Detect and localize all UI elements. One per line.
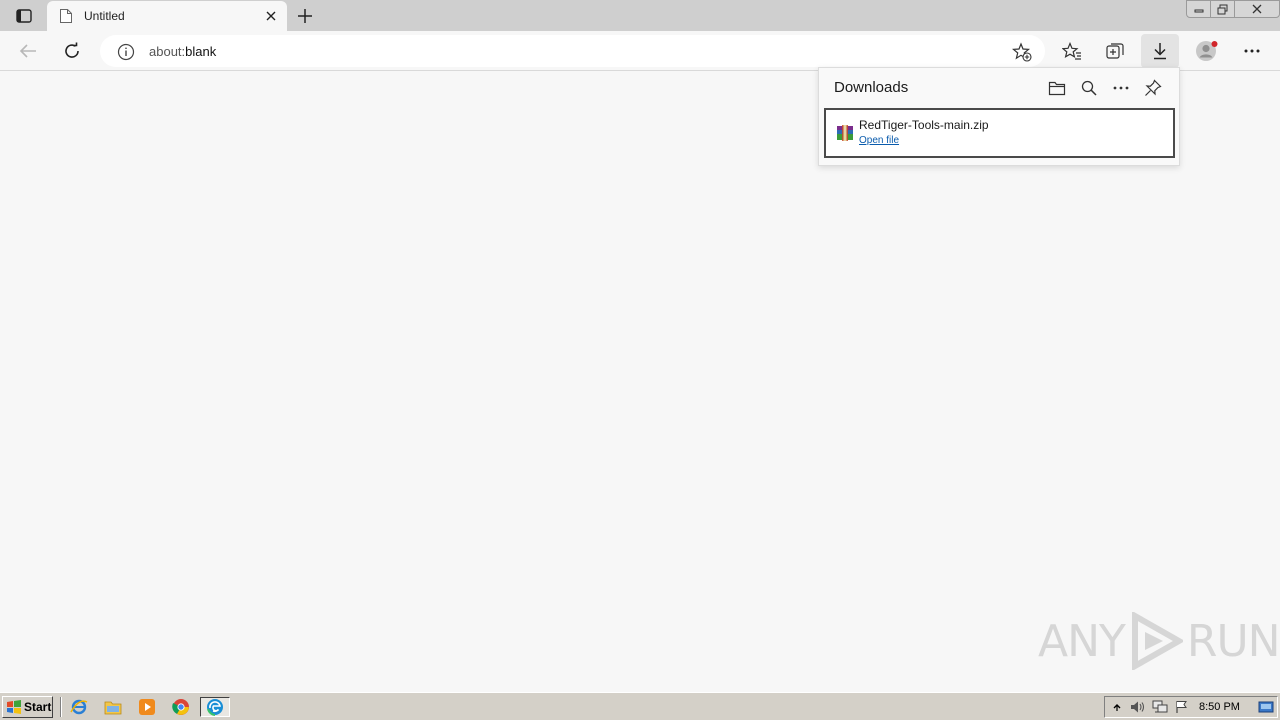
volume-icon <box>1131 701 1145 713</box>
watermark-text-right: RUN <box>1186 615 1280 667</box>
system-tray: 8:50 PM <box>1104 696 1278 718</box>
archive-icon <box>837 125 853 141</box>
downloads-panel: Downloads RedTiger-Tools-main.zip Open f… <box>818 67 1180 166</box>
address-text[interactable]: about:blank <box>149 44 216 59</box>
more-icon <box>1244 49 1260 53</box>
action-center-tray-icon[interactable] <box>1173 699 1191 715</box>
pin-downloads-button[interactable] <box>1142 77 1164 99</box>
watermark-text-left: ANY <box>1038 615 1126 667</box>
edge-icon <box>207 699 223 716</box>
back-button[interactable] <box>10 35 46 67</box>
tab-actions-button[interactable] <box>9 6 39 26</box>
taskbar-clock[interactable]: 8:50 PM <box>1199 701 1240 713</box>
new-tab-button[interactable] <box>293 5 317 27</box>
download-icon <box>1154 43 1166 60</box>
volume-tray-icon[interactable] <box>1129 699 1147 715</box>
open-downloads-folder-button[interactable] <box>1046 77 1068 99</box>
start-label: Start <box>24 700 52 714</box>
plus-icon <box>298 9 312 23</box>
add-favorite-button[interactable] <box>1011 41 1033 63</box>
quicklaunch-chrome[interactable] <box>170 697 192 717</box>
tab-close-button[interactable] <box>263 8 279 24</box>
flag-icon <box>1176 701 1187 713</box>
start-button[interactable]: Start <box>2 696 53 718</box>
star-plus-icon <box>1012 42 1032 62</box>
profile-button[interactable] <box>1189 35 1225 67</box>
pin-icon <box>1145 79 1162 96</box>
favorites-icon <box>1062 42 1081 60</box>
close-icon <box>1252 4 1262 14</box>
quicklaunch-media-player[interactable] <box>136 697 158 717</box>
collections-icon <box>1106 43 1124 59</box>
taskbar-separator <box>60 697 62 717</box>
search-icon <box>1081 80 1097 96</box>
close-icon <box>266 11 276 21</box>
media-player-icon <box>139 699 155 715</box>
downloads-more-button[interactable] <box>1110 77 1132 99</box>
window-controls <box>1186 0 1280 18</box>
collections-button[interactable] <box>1098 35 1134 67</box>
download-filename: RedTiger-Tools-main.zip <box>859 118 989 132</box>
anyrun-watermark: ANY RUN <box>1038 612 1280 670</box>
minimize-icon <box>1194 9 1203 13</box>
folder-icon <box>104 701 122 715</box>
folder-icon <box>1048 81 1066 96</box>
show-desktop-button[interactable] <box>1257 699 1275 715</box>
tab-actions-icon <box>16 9 32 23</box>
close-window-button[interactable] <box>1234 0 1280 18</box>
browser-tab[interactable]: Untitled <box>47 1 287 31</box>
internet-explorer-icon <box>70 699 88 715</box>
info-icon[interactable] <box>117 43 135 61</box>
downloads-title: Downloads <box>834 79 909 96</box>
refresh-icon <box>65 42 79 58</box>
more-icon <box>1113 86 1129 90</box>
address-host: blank <box>185 44 217 59</box>
minimize-button[interactable] <box>1186 0 1211 18</box>
network-tray-icon[interactable] <box>1151 699 1169 715</box>
taskbar: Start 8:50 PM <box>0 692 1280 720</box>
restore-icon <box>1217 4 1228 14</box>
play-logo-icon <box>1131 612 1183 670</box>
more-button[interactable] <box>1234 35 1270 67</box>
tab-title: Untitled <box>84 9 125 23</box>
open-file-link[interactable]: Open file <box>859 135 899 146</box>
search-downloads-button[interactable] <box>1078 77 1100 99</box>
download-item[interactable]: RedTiger-Tools-main.zip Open file <box>824 108 1175 158</box>
back-arrow-icon <box>19 44 36 58</box>
chevron-up-icon <box>1113 704 1121 711</box>
show-hidden-icons-button[interactable] <box>1108 699 1126 715</box>
quicklaunch-explorer[interactable] <box>102 697 124 717</box>
restore-button[interactable] <box>1210 0 1235 18</box>
browser-toolbar: about:blank <box>0 31 1280 71</box>
show-desktop-icon <box>1258 701 1274 713</box>
tab-strip: Untitled <box>0 0 1280 31</box>
profile-icon <box>1196 41 1218 61</box>
downloads-button[interactable] <box>1141 34 1179 68</box>
quicklaunch-ie[interactable] <box>68 697 90 717</box>
address-scheme: about: <box>149 44 186 59</box>
taskbar-edge-button[interactable] <box>200 697 230 717</box>
address-bar[interactable]: about:blank <box>100 35 1045 67</box>
windows-logo-icon <box>7 700 21 714</box>
favorites-button[interactable] <box>1054 35 1090 67</box>
refresh-button[interactable] <box>54 35 90 67</box>
page-icon <box>60 9 72 23</box>
chrome-icon <box>172 699 189 715</box>
network-icon <box>1152 700 1168 713</box>
